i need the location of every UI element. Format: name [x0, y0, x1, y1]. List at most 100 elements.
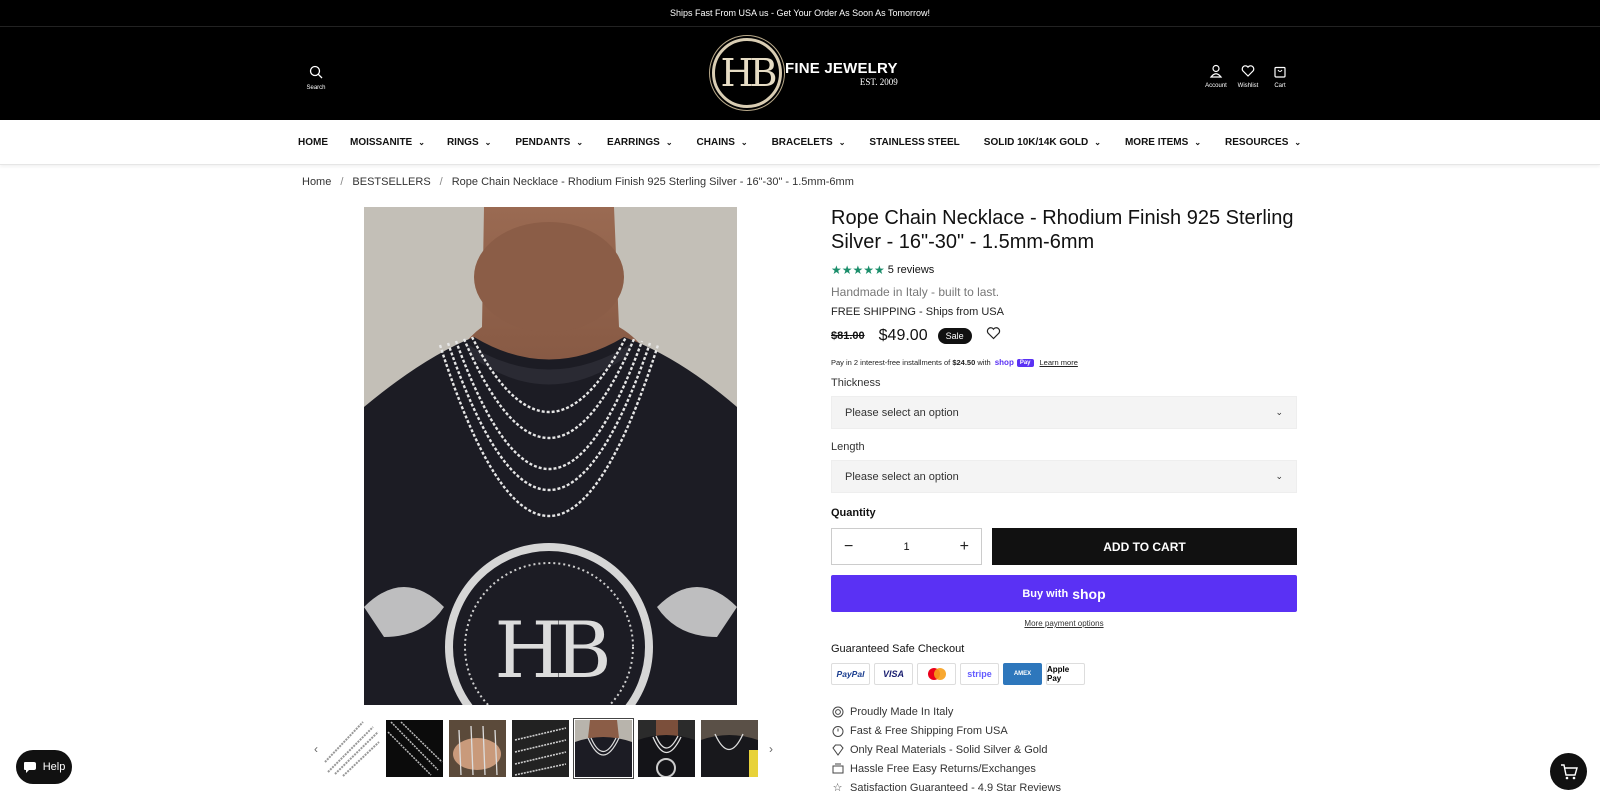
heart-icon: [1241, 65, 1255, 77]
thickness-select[interactable]: Please select an option ⌄: [831, 396, 1297, 429]
wishlist-label: Wishlist: [1237, 83, 1259, 89]
nav-item-label: RESOURCES: [1225, 137, 1289, 148]
chat-bubble-icon: [23, 762, 36, 773]
feature-item: Only Real Materials - Solid Silver & Gol…: [831, 740, 1061, 759]
increase-quantity-button[interactable]: +: [960, 538, 969, 556]
thumbnail-4[interactable]: [512, 720, 569, 777]
buy-with-shop-button[interactable]: Buy with shop: [831, 575, 1297, 612]
thumbnail-strip: ‹ ›: [309, 718, 778, 779]
length-select[interactable]: Please select an option ⌄: [831, 460, 1297, 493]
breadcrumb: Home / BESTSELLERS / Rope Chain Necklace…: [302, 176, 854, 188]
search-button[interactable]: Search: [305, 65, 327, 91]
chevron-down-icon: ⌄: [1094, 138, 1101, 147]
chevron-right-icon: ›: [769, 741, 773, 756]
review-count[interactable]: 5 reviews: [888, 264, 934, 276]
more-payment-options-link[interactable]: More payment options: [831, 619, 1297, 628]
thumbnail-3[interactable]: [449, 720, 506, 777]
nav-item-label: HOME: [298, 137, 328, 148]
chevron-down-icon: ⌄: [1194, 138, 1202, 147]
floating-cart-button[interactable]: [1550, 753, 1587, 790]
logo-subtitle: EST. 2009: [859, 76, 898, 87]
thumbnail-prev-button[interactable]: ‹: [309, 742, 323, 756]
user-icon: [1209, 64, 1223, 78]
compare-at-price: $81.00: [831, 329, 865, 342]
stopwatch-icon: [831, 724, 844, 737]
visa-icon: VISA: [874, 663, 913, 685]
breadcrumb-home[interactable]: Home: [302, 176, 331, 188]
thumbnail-6[interactable]: [638, 720, 695, 777]
wishlist-button[interactable]: Wishlist: [1236, 64, 1260, 89]
help-chat-button[interactable]: Help: [16, 750, 72, 784]
nav-item-label: MOISSANITE: [350, 137, 413, 148]
nav-item-label: EARRINGS: [607, 137, 660, 148]
installments-prefix: Pay in 2 interest-free installments of: [831, 358, 951, 367]
shopping-cart-icon: [1560, 763, 1578, 779]
cart-button[interactable]: Cart: [1268, 64, 1292, 89]
thumbnail-1[interactable]: [323, 720, 380, 777]
feature-list: Proudly Made In Italy Fast & Free Shippi…: [831, 702, 1061, 797]
announcement-bar: Ships Fast From USA us - Get Your Order …: [0, 0, 1600, 27]
sale-badge: Sale: [937, 327, 972, 344]
decrease-quantity-button[interactable]: −: [844, 538, 853, 556]
nav-item-label: RINGS: [446, 137, 479, 148]
breadcrumb-current: Rope Chain Necklace - Rhodium Finish 925…: [451, 176, 854, 188]
nav-item-label: SOLID 10K/14K GOLD: [983, 137, 1089, 148]
thumbnail-next-button[interactable]: ›: [764, 742, 778, 756]
chevron-down-icon: ⌄: [418, 138, 425, 147]
apple-pay-icon: Apple Pay: [1046, 663, 1085, 685]
nav-item-resources[interactable]: RESOURCES ⌄: [1225, 137, 1301, 148]
thumbnail-2[interactable]: [386, 720, 443, 777]
diamond-icon: [831, 743, 844, 756]
feature-item: ☆ Satisfaction Guaranteed - 4.9 Star Rev…: [832, 781, 1061, 795]
italy-badge-icon: [831, 705, 844, 718]
product-rating[interactable]: ★★★★★ 5 reviews: [831, 263, 934, 277]
learn-more-link[interactable]: Learn more: [1040, 358, 1078, 367]
shop-logo: shop: [1072, 585, 1106, 602]
product-main-image[interactable]: HB: [364, 207, 737, 705]
quantity-input[interactable]: 1: [903, 541, 909, 553]
nav-item-earrings[interactable]: EARRINGS ⌄: [607, 137, 673, 148]
nav-item-rings[interactable]: RINGS ⌄: [447, 137, 491, 148]
svg-text:HB: HB: [494, 606, 607, 696]
nav-item-more-items[interactable]: MORE ITEMS ⌄: [1125, 137, 1201, 148]
nav-item-home[interactable]: HOME: [298, 137, 328, 148]
nav-item-pendants[interactable]: PENDANTS ⌄: [515, 137, 583, 148]
quantity-stepper: − 1 +: [831, 528, 982, 565]
length-value: Please select an option: [845, 470, 959, 483]
feature-item: Fast & Free Shipping From USA: [831, 721, 1061, 740]
breadcrumb-separator: /: [439, 176, 443, 188]
shipping-note: FREE SHIPPING - Ships from USA: [831, 306, 1004, 318]
buy-with-label: Buy with: [1022, 587, 1069, 600]
length-label: Length: [831, 441, 865, 453]
add-to-wishlist-button[interactable]: [986, 326, 1001, 345]
logo-link[interactable]: HB FINE JEWELRY EST. 2009: [712, 38, 898, 108]
thickness-label: Thickness: [831, 377, 881, 389]
product-tagline: Handmade in Italy - built to last.: [831, 285, 1000, 299]
breadcrumb-separator: /: [340, 176, 344, 188]
account-label: Account: [1205, 83, 1227, 89]
thumbnail-7[interactable]: [701, 720, 758, 777]
nav-item-chains[interactable]: CHAINS ⌄: [697, 137, 748, 148]
nav-item-stainless-steel[interactable]: STAINLESS STEEL: [869, 137, 959, 148]
thumbnail-5[interactable]: [573, 718, 634, 779]
chevron-down-icon: ⌄: [740, 138, 748, 147]
nav-item-solid-10k-14k-gold[interactable]: SOLID 10K/14K GOLD ⌄: [984, 137, 1101, 148]
star-outline-icon: ☆: [832, 782, 843, 794]
nav-item-moissanite[interactable]: MOISSANITE ⌄: [350, 137, 425, 148]
shop-pay-badge: Pay: [1016, 358, 1034, 367]
main-nav: HOME MOISSANITE ⌄ RINGS ⌄ PENDANTS ⌄ EARRINGS ⌄ C…: [0, 120, 1600, 165]
nav-item-bracelets[interactable]: BRACELETS ⌄: [772, 137, 846, 148]
nav-item-label: BRACELETS: [771, 137, 833, 148]
add-to-cart-button[interactable]: ADD TO CART: [992, 528, 1297, 565]
nav-item-label: STAINLESS STEEL: [869, 137, 960, 148]
breadcrumb-bestsellers[interactable]: BESTSELLERS: [352, 176, 430, 188]
logo-mark: HB: [712, 38, 782, 108]
heart-outline-icon: [986, 327, 1000, 340]
thickness-value: Please select an option: [845, 406, 959, 419]
account-button[interactable]: Account: [1204, 64, 1228, 89]
installments-with: with: [977, 358, 991, 367]
bag-icon: [1274, 66, 1286, 78]
help-label: Help: [42, 761, 66, 773]
paypal-icon: PayPal: [831, 663, 870, 685]
cart-label: Cart: [1274, 83, 1286, 89]
